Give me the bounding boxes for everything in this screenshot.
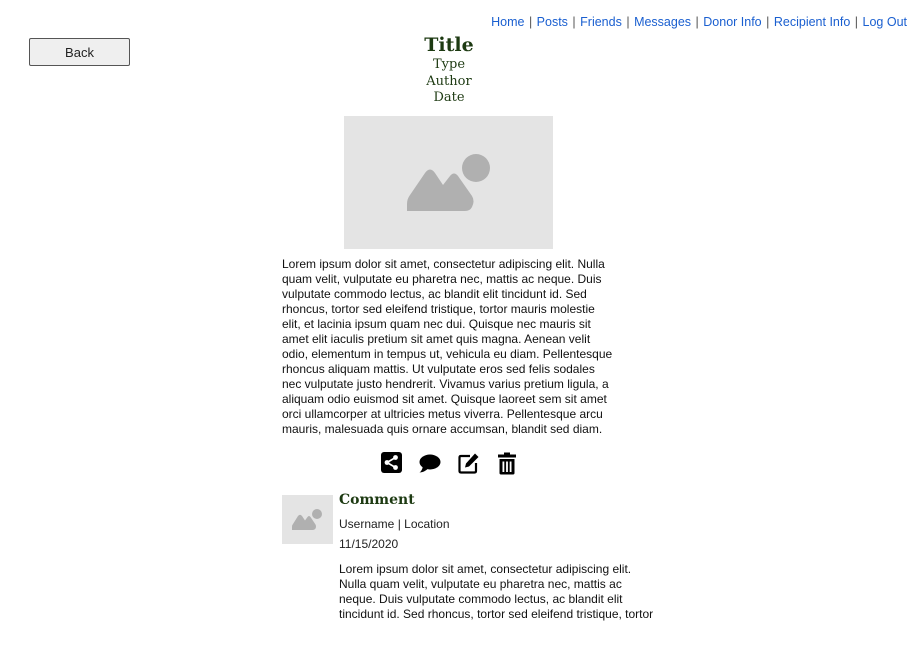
nav-link-messages[interactable]: Messages xyxy=(634,15,691,29)
delete-button[interactable] xyxy=(497,452,519,476)
nav-link-home[interactable]: Home xyxy=(491,15,524,29)
post-image xyxy=(344,116,553,249)
comment-icon xyxy=(419,454,441,473)
back-button[interactable]: Back xyxy=(29,38,130,66)
post-body: Lorem ipsum dolor sit amet, consectetur … xyxy=(282,257,613,436)
share-icon xyxy=(381,452,402,473)
nav-separator: | xyxy=(626,15,630,29)
edit-button[interactable] xyxy=(458,452,480,476)
post-actions xyxy=(380,452,520,476)
nav-link-friends[interactable]: Friends xyxy=(580,15,622,29)
nav-link-donor-info[interactable]: Donor Info xyxy=(703,15,761,29)
post-header: Title Type Author Date xyxy=(349,33,549,107)
nav-separator: | xyxy=(695,15,699,29)
post-author: Author xyxy=(426,73,472,89)
post-date: Date xyxy=(433,90,465,105)
edit-icon xyxy=(458,453,479,474)
nav-link-posts[interactable]: Posts xyxy=(537,15,568,29)
image-placeholder-icon xyxy=(292,509,322,530)
post-type: Type xyxy=(432,57,466,72)
comment-user-location: Username | Location xyxy=(339,517,450,531)
nav-link-log-out[interactable]: Log Out xyxy=(863,15,907,29)
comment-avatar xyxy=(282,495,333,544)
comment-body: Lorem ipsum dolor sit amet, consectetur … xyxy=(339,562,654,621)
nav-separator: | xyxy=(528,15,533,29)
nav-separator: | xyxy=(572,15,576,29)
nav-link-recipient-info[interactable]: Recipient Info xyxy=(774,15,850,29)
comment-title: Comment xyxy=(339,492,415,508)
image-placeholder-icon xyxy=(407,154,490,211)
share-button[interactable] xyxy=(381,452,403,476)
post-title: Title xyxy=(424,34,474,56)
trash-icon xyxy=(498,452,516,475)
comment-date: 11/15/2020 xyxy=(339,537,399,551)
comment-button[interactable] xyxy=(419,452,441,476)
nav-separator: | xyxy=(766,15,770,29)
top-nav: Home | Posts | Friends | Messages | Dono… xyxy=(491,15,907,29)
nav-separator: | xyxy=(854,15,859,29)
